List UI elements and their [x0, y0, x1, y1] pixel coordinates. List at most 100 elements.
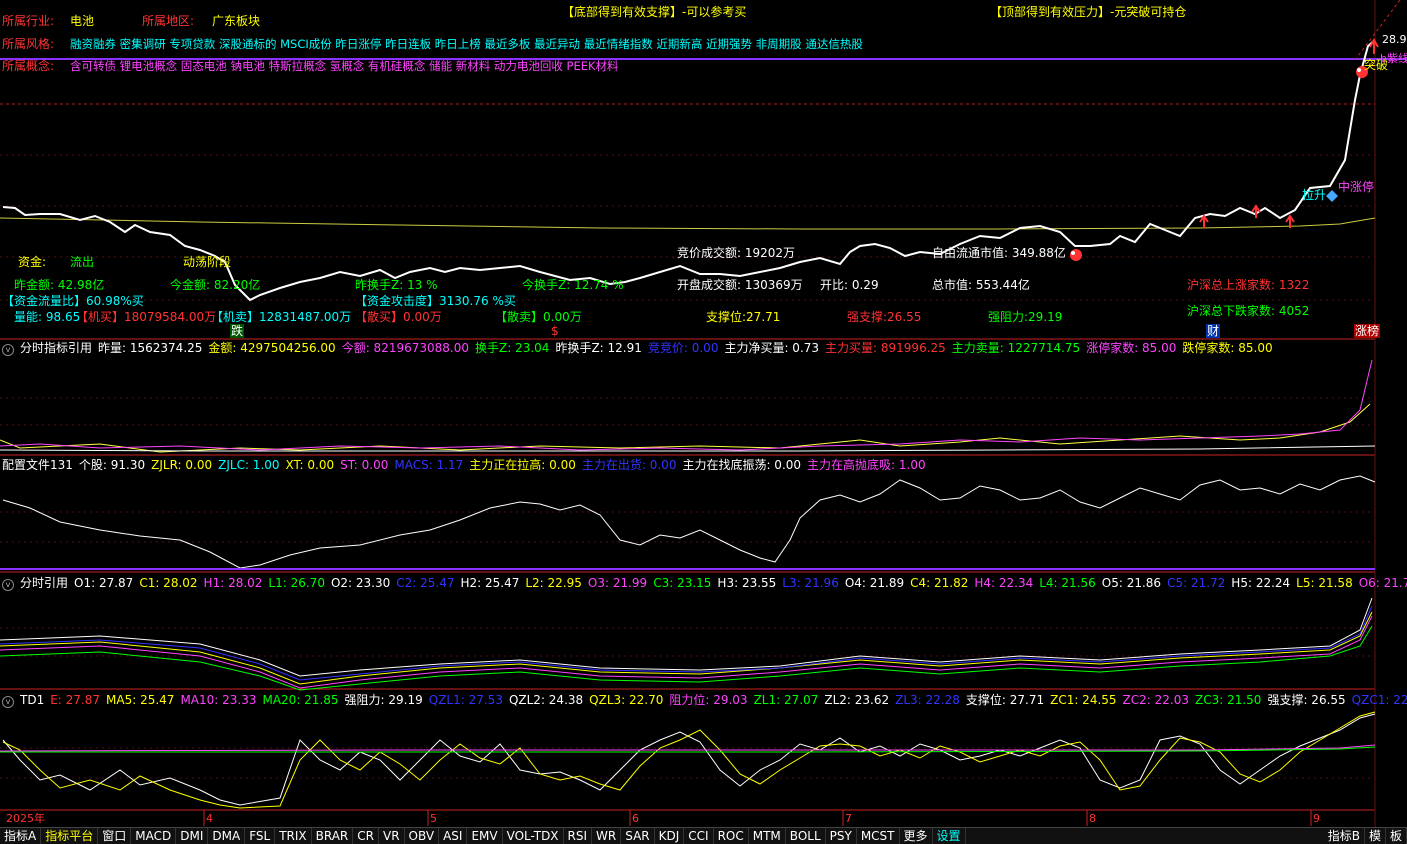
fall-marker: 跌 — [230, 324, 245, 338]
panel3-value: O3: 21.99 — [587, 576, 648, 590]
concept-label: 所属概念: — [2, 59, 55, 73]
time-axis-label: 5 — [430, 812, 437, 825]
panel4-value: ZC1: 24.55 — [1050, 693, 1117, 707]
panel4-value: ZC2: 22.03 — [1122, 693, 1189, 707]
tab-18[interactable]: KDJ — [655, 828, 685, 844]
panel4-line-white — [2, 713, 1376, 806]
strong-support: 强支撑:26.55 — [847, 310, 922, 324]
panel3-value: H3: 23.55 — [717, 576, 777, 590]
tab-4[interactable]: DMI — [176, 828, 209, 844]
panel2-header: 配置文件131 个股: 91.30 ZJLR: 0.00 ZJLC: 1.00 XT: … — [0, 457, 1407, 473]
tab-8[interactable]: BRAR — [312, 828, 354, 844]
tab-2[interactable]: 窗口 — [98, 828, 132, 844]
tab-17[interactable]: SAR — [621, 828, 655, 844]
panel4-value: 支撑位: 27.71 — [965, 693, 1045, 707]
tab-16[interactable]: WR — [592, 828, 622, 844]
purple-line-label: b紫线 — [1380, 52, 1407, 65]
limit-up-label: 中涨停 — [1338, 180, 1375, 194]
tab-20[interactable]: ROC — [714, 828, 749, 844]
tab-21[interactable]: MTM — [749, 828, 786, 844]
panel2-title[interactable]: 配置文件131 — [2, 458, 73, 472]
tab-3[interactable]: MACD — [131, 828, 177, 844]
tab-26[interactable]: 设置 — [933, 828, 966, 844]
panel3-value: L1: 26.70 — [268, 576, 325, 590]
notice-support: 【底部得到有效支撑】-可以参考买 — [562, 5, 747, 19]
today-amount: 今金额: 82.20亿 — [170, 278, 261, 292]
panel1-value: 主力卖量: 1227714.75 — [951, 341, 1081, 355]
tab-right-0[interactable]: 指标B — [1324, 828, 1365, 844]
tab-23[interactable]: PSY — [826, 828, 857, 844]
panel4-value: E: 27.87 — [50, 693, 101, 707]
inst-sell: 【机卖】12831487.00万 — [211, 310, 352, 324]
panel1-value: 金额: 4297504256.00 — [208, 341, 336, 355]
panel2-value: 主力在高抛底吸: 1.00 — [807, 458, 926, 472]
tab-9[interactable]: CR — [353, 828, 379, 844]
tab-13[interactable]: EMV — [467, 828, 503, 844]
tab-11[interactable]: OBV — [405, 828, 440, 844]
style-value: 融资融券 密集调研 专项贷款 深股通标的 MSCI成份 昨日涨停 昨日连板 昨日… — [70, 37, 863, 51]
panel4-value: 阻力位: 29.03 — [669, 693, 748, 707]
panel3-value: O4: 21.89 — [844, 576, 905, 590]
panel3-value: C5: 21.72 — [1167, 576, 1226, 590]
style-label: 所属风格: — [2, 37, 55, 51]
pull-up-label: 拉升 — [1302, 188, 1327, 202]
open-ratio: 开比: 0.29 — [820, 278, 879, 292]
fund-flow-ratio: 【资金流量比】60.98%买 — [2, 294, 144, 308]
panel2-line — [2, 475, 1376, 569]
panel4-title[interactable]: TD1 — [20, 693, 44, 707]
tab-19[interactable]: CCI — [684, 828, 714, 844]
tab-1[interactable]: 指标平台 — [41, 828, 99, 844]
panel1-title[interactable]: 分时指标引用 — [20, 341, 92, 355]
tab-14[interactable]: VOL-TDX — [503, 828, 564, 844]
panel2-value: 主力正在拉高: 0.00 — [469, 458, 576, 472]
panel-toggle-icon[interactable]: v — [2, 579, 14, 591]
panel-toggle-icon[interactable]: v — [2, 344, 14, 356]
prev-amount: 昨金额: 42.98亿 — [14, 278, 105, 292]
panel4-header: v TD1 E: 27.87 MA5: 25.47 MA10: 23.33 MA20: 2… — [0, 692, 1407, 708]
tab-25[interactable]: 更多 — [900, 828, 933, 844]
tab-12[interactable]: ASI — [439, 828, 468, 844]
panel3-lines — [0, 597, 1373, 691]
panel3-value: C3: 23.15 — [653, 576, 712, 590]
tab-15[interactable]: RSI — [564, 828, 593, 844]
region-value: 广东板块 — [212, 14, 261, 28]
time-axis-label: 9 — [1313, 812, 1320, 825]
panel-toggle-icon[interactable]: v — [2, 696, 14, 708]
panel4-value: QZC1: 22.49 — [1351, 693, 1407, 707]
panel4-value: 强阻力: 29.19 — [344, 693, 423, 707]
tab-24[interactable]: MCST — [857, 828, 900, 844]
tab-0[interactable]: 指标A — [0, 828, 42, 844]
time-axis-label: 8 — [1089, 812, 1096, 825]
notice-pressure: 【顶部得到有效压力】-元突破可持仓 — [990, 5, 1187, 19]
industry-value: 电池 — [70, 14, 95, 28]
tab-7[interactable]: TRIX — [275, 828, 312, 844]
tab-5[interactable]: DMA — [208, 828, 246, 844]
market-down-count: 沪深总下跌家数: 4052 — [1187, 304, 1310, 318]
tab-6[interactable]: FSL — [245, 828, 276, 844]
panel3-value: O2: 23.30 — [330, 576, 391, 590]
tab-right-2[interactable]: 板 — [1386, 828, 1407, 844]
panel3-value: H2: 25.47 — [460, 576, 520, 590]
panel1-header: v 分时指标引用 昨量: 1562374.25 金额: 4297504256.00 今额… — [0, 340, 1407, 356]
open-amount: 开盘成交额: 130369万 — [677, 278, 803, 292]
strong-resistance: 强阻力:29.19 — [988, 310, 1063, 324]
tab-right-1[interactable]: 模 — [1365, 828, 1386, 844]
energy-value: 量能: 98.65 — [14, 310, 81, 324]
tab-10[interactable]: VR — [379, 828, 405, 844]
panel4-value: QZL3: 22.70 — [589, 693, 664, 707]
panel4-value: ZL2: 23.62 — [824, 693, 890, 707]
time-axis-label: 4 — [206, 812, 213, 825]
diamond-marker — [1326, 190, 1338, 202]
price-axis-label: 28.9 — [1382, 33, 1407, 46]
panel2-value: 个股: 91.30 — [78, 458, 146, 472]
panel1-value: 涨停家数: 85.00 — [1086, 341, 1177, 355]
panel1-value: 今额: 8219673088.00 — [341, 341, 469, 355]
tab-22[interactable]: BOLL — [786, 828, 826, 844]
panel4-value: MA20: 21.85 — [262, 693, 339, 707]
panel3-title[interactable]: 分时引用 — [20, 576, 68, 590]
panel3-value: C2: 25.47 — [396, 576, 455, 590]
panel3-value: H4: 22.34 — [974, 576, 1034, 590]
indicator-tab-bar: 指标A 指标平台 窗口 MACD DMI DMA FSL TRIX BRAR CR VR OBV ASI… — [0, 827, 1407, 844]
panel4-line-magenta — [0, 744, 1376, 752]
finance-marker: 财 — [1206, 324, 1221, 338]
